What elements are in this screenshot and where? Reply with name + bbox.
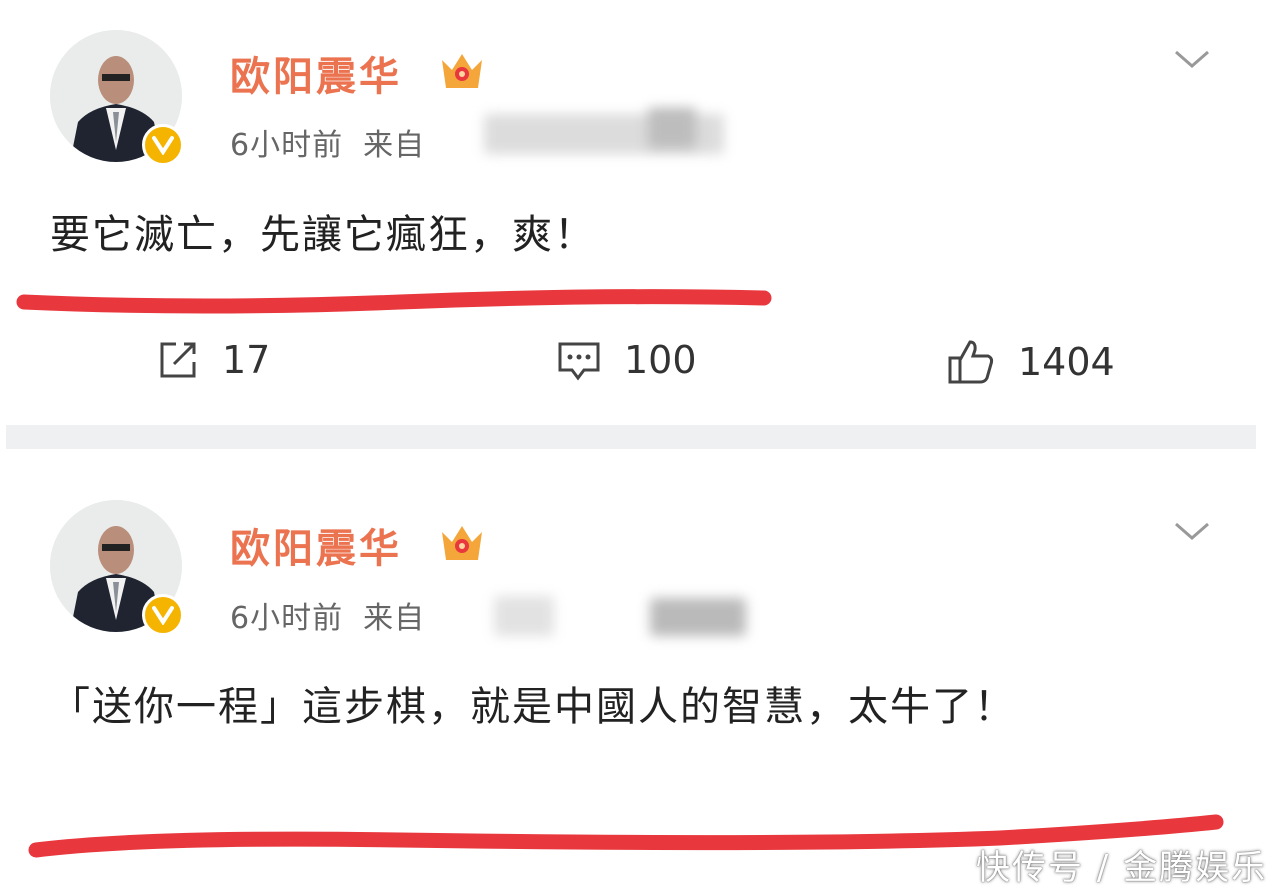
repost-count: 17 (222, 338, 271, 382)
comment-icon (558, 342, 600, 381)
post-source-label: 来自 (363, 128, 426, 163)
weibo-post-1: 欧阳震华 6小时前 来自 要它滅亡，先讓它瘋狂，爽！ 17 100 1404 (0, 0, 1282, 425)
post-content: 要它滅亡，先讓它瘋狂，爽！ (50, 212, 596, 258)
vip-crown-icon (442, 526, 482, 560)
repost-button[interactable]: 17 (156, 338, 270, 382)
weibo-post-2: 欧阳震华 6小时前 来自 「送你一程」這步棋，就是中國人的智慧，太牛了！ (0, 452, 1282, 888)
like-count: 1404 (1018, 340, 1115, 384)
redacted-source-block (648, 108, 696, 148)
post-content: 「送你一程」這步棋，就是中國人的智慧，太牛了！ (50, 684, 1016, 730)
chevron-down-icon[interactable] (1172, 48, 1212, 70)
thumbs-up-icon (948, 340, 994, 384)
repost-icon (160, 342, 196, 378)
post-actions: 17 100 1404 (0, 338, 1282, 398)
post-time: 6小时前 (230, 128, 344, 163)
redacted-source-block (650, 598, 746, 636)
vip-crown-icon (442, 54, 482, 88)
like-button[interactable]: 1404 (946, 338, 1115, 386)
verified-badge-icon (142, 594, 184, 636)
comment-button[interactable]: 100 (556, 338, 697, 382)
post-source-label: 来自 (363, 601, 426, 636)
comment-count: 100 (624, 338, 697, 382)
author-name[interactable]: 欧阳震华 (230, 44, 402, 102)
source-watermark: 快传号 / 金腾娱乐 (976, 848, 1268, 888)
post-meta: 6小时前 来自 (230, 120, 445, 164)
post-time: 6小时前 (230, 601, 344, 636)
verified-badge-icon (142, 124, 184, 166)
author-name[interactable]: 欧阳震华 (230, 516, 402, 574)
chevron-down-icon[interactable] (1172, 520, 1212, 542)
post-divider (6, 425, 1256, 449)
redacted-source (494, 596, 554, 636)
red-annotation-underline (16, 289, 772, 314)
post-meta: 6小时前 来自 (230, 593, 445, 637)
